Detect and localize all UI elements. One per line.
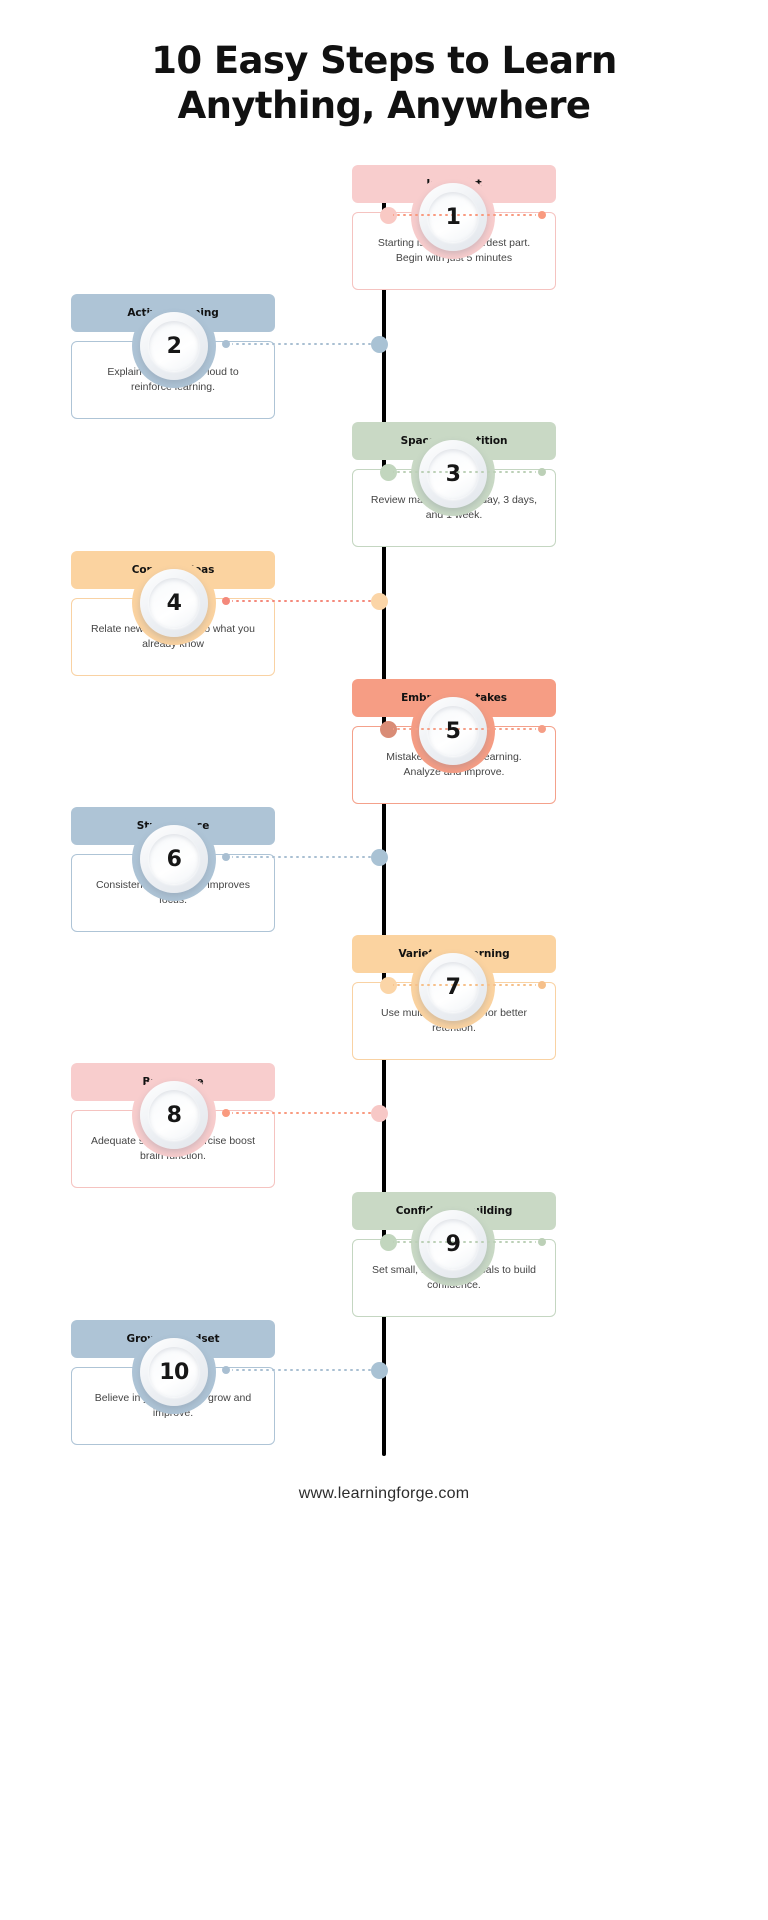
- step-number-label: 2: [166, 333, 182, 359]
- steps-container: Just StartStarting is often the hardest …: [0, 0, 768, 1920]
- step-number-label: 3: [445, 461, 461, 487]
- connector-dotted-line: [232, 343, 375, 345]
- timeline-node-dot: [371, 1104, 388, 1122]
- connector-dotted-line: [232, 856, 375, 858]
- infographic-page: 10 Easy Steps to Learn Anything, Anywher…: [0, 0, 768, 1920]
- step-number-label: 8: [166, 1102, 182, 1128]
- step-number-badge: 9: [411, 1202, 495, 1286]
- step-connector: [380, 976, 546, 994]
- step-number-badge: 5: [411, 689, 495, 773]
- connector-end-dot: [222, 853, 230, 861]
- timeline-node-dot: [371, 335, 388, 353]
- step-connector: [222, 1104, 388, 1122]
- step-connector: [380, 463, 546, 481]
- timeline-node-dot: [371, 848, 388, 866]
- connector-end-dot: [222, 597, 230, 605]
- connector-end-dot: [538, 1238, 546, 1246]
- step-number-badge: 4: [132, 561, 216, 645]
- step-number-badge: 8: [132, 1073, 216, 1157]
- step-number-badge: 6: [132, 817, 216, 901]
- step-number-label: 1: [445, 204, 461, 230]
- connector-dotted-line: [232, 600, 375, 602]
- connector-dotted-line: [393, 984, 536, 986]
- step-number-badge: 1: [411, 175, 495, 259]
- footer-url: www.learningforge.com: [298, 1485, 470, 1502]
- step-number-label: 5: [445, 718, 461, 744]
- connector-dotted-line: [393, 214, 536, 216]
- step-connector: [380, 720, 546, 738]
- connector-end-dot: [222, 340, 230, 348]
- step-number-badge: 7: [411, 945, 495, 1029]
- connector-end-dot: [538, 468, 546, 476]
- connector-dotted-line: [393, 1241, 536, 1243]
- step-connector: [380, 1233, 546, 1251]
- timeline-node-dot: [371, 1361, 388, 1379]
- connector-end-dot: [538, 211, 546, 219]
- step-connector: [380, 206, 546, 224]
- step-number-badge: 3: [411, 432, 495, 516]
- step-number-label: 6: [166, 846, 182, 872]
- timeline-node-dot: [371, 592, 388, 610]
- step-connector: [222, 335, 388, 353]
- step-number-label: 4: [166, 590, 182, 616]
- connector-dotted-line: [232, 1369, 375, 1371]
- step-number-badge: 10: [132, 1330, 216, 1414]
- step-connector: [222, 1361, 388, 1379]
- step-number-label: 7: [445, 974, 461, 1000]
- step-number-label: 9: [445, 1231, 461, 1257]
- step-number-badge: 2: [132, 304, 216, 388]
- connector-end-dot: [538, 981, 546, 989]
- connector-end-dot: [222, 1366, 230, 1374]
- step-number-label: 10: [159, 1359, 189, 1385]
- connector-dotted-line: [232, 1112, 375, 1114]
- connector-end-dot: [538, 725, 546, 733]
- step-connector: [222, 848, 388, 866]
- connector-dotted-line: [393, 728, 536, 730]
- connector-end-dot: [222, 1109, 230, 1117]
- step-connector: [222, 592, 388, 610]
- connector-dotted-line: [393, 471, 536, 473]
